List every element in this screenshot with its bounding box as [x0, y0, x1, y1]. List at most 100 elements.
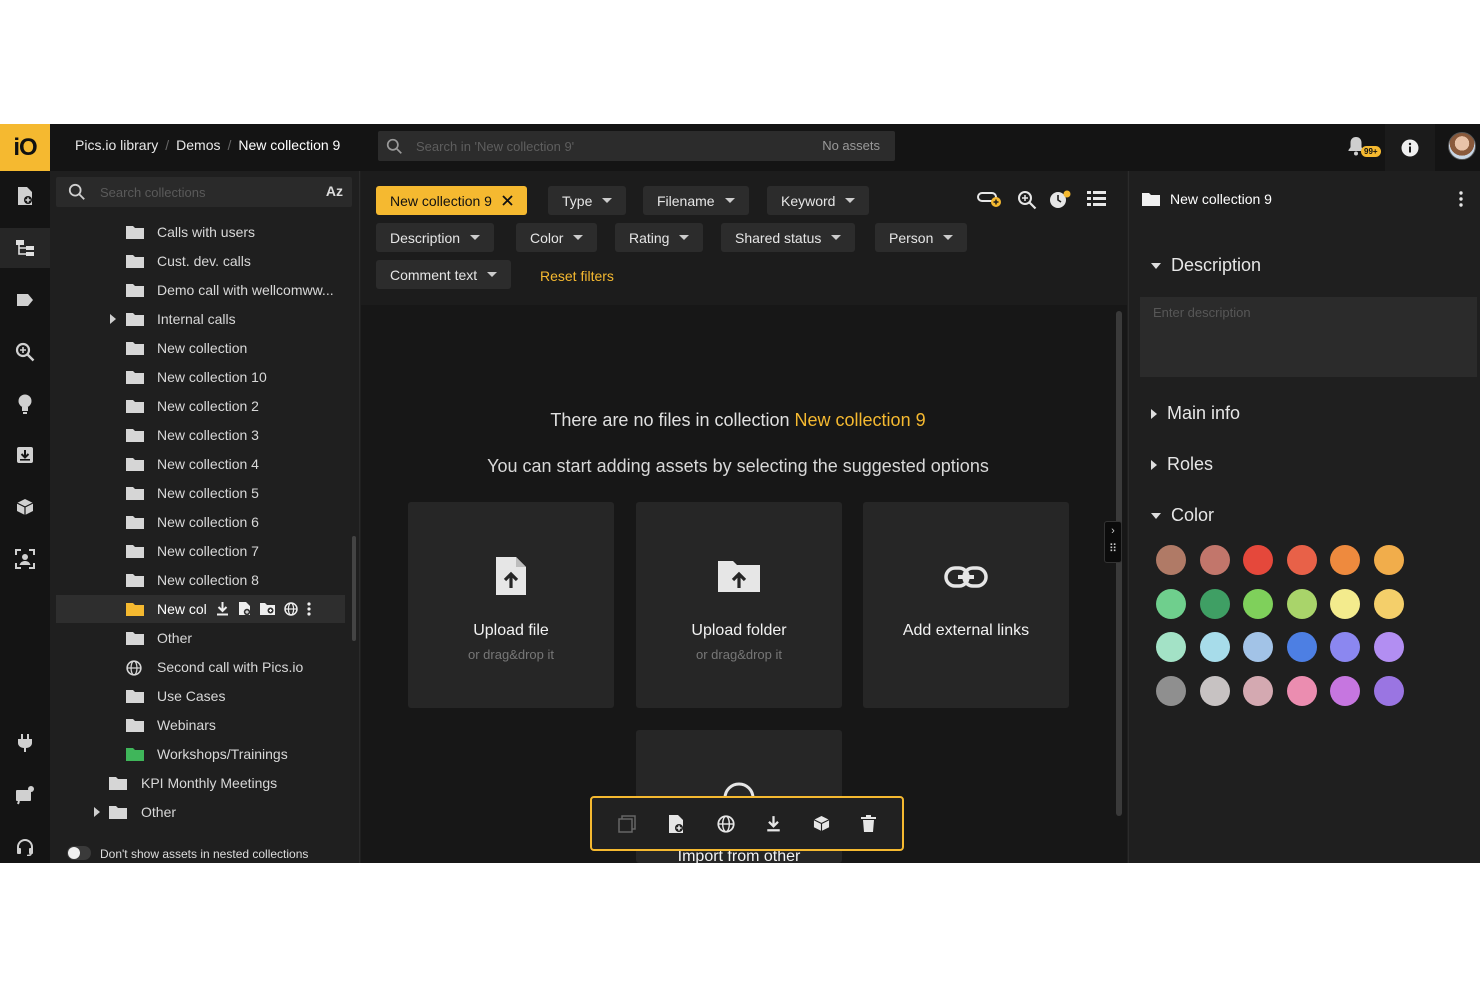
add-file-icon[interactable]: [238, 601, 251, 616]
color-swatch[interactable]: [1156, 632, 1186, 662]
tree-item-selected[interactable]: New col: [56, 595, 345, 623]
tree-item[interactable]: New collection 6: [56, 508, 345, 536]
nested-assets-toggle[interactable]: [67, 846, 91, 860]
filter-shared-status[interactable]: Shared status: [721, 223, 856, 252]
color-swatch[interactable]: [1286, 588, 1317, 619]
tree-item[interactable]: New collection 3: [56, 421, 345, 449]
rail-products-button[interactable]: [0, 487, 50, 527]
tree-item[interactable]: New collection 2: [56, 392, 345, 420]
rail-download-button[interactable]: [0, 435, 50, 475]
tree-item[interactable]: Calls with users: [56, 218, 345, 246]
tree-item[interactable]: New collection 8: [56, 566, 345, 594]
filter-filename[interactable]: Filename: [643, 186, 749, 215]
upload-file-card[interactable]: Upload file or drag&drop it: [408, 502, 614, 708]
tree-item[interactable]: Internal calls: [56, 305, 345, 333]
tree-item[interactable]: Other: [56, 798, 345, 826]
tree-item[interactable]: Use Cases: [56, 682, 345, 710]
collections-search-input[interactable]: [100, 177, 320, 207]
add-filter-icon[interactable]: [977, 190, 1003, 208]
filter-keyword[interactable]: Keyword: [767, 186, 870, 215]
trash-icon[interactable]: [861, 815, 877, 832]
filter-color[interactable]: Color: [516, 223, 598, 252]
collections-search-box[interactable]: Az: [56, 177, 352, 207]
expand-caret-icon[interactable]: [110, 314, 116, 324]
box-icon[interactable]: [813, 815, 830, 832]
tree-item[interactable]: New collection 7: [56, 537, 345, 565]
rail-keywords-button[interactable]: [0, 280, 50, 320]
rail-integrations-button[interactable]: [0, 723, 50, 763]
roles-section-toggle[interactable]: Roles: [1151, 454, 1213, 475]
rail-whats-new-button[interactable]: [0, 775, 50, 815]
filter-description[interactable]: Description: [376, 223, 495, 252]
color-swatch[interactable]: [1156, 545, 1186, 575]
expand-caret-icon[interactable]: [94, 807, 100, 817]
color-swatch[interactable]: [1286, 675, 1317, 706]
tree-scrollbar[interactable]: [352, 536, 356, 641]
info-button[interactable]: [1385, 124, 1435, 171]
description-input[interactable]: [1140, 297, 1477, 377]
download-icon[interactable]: [766, 815, 781, 832]
asset-search-box[interactable]: No assets: [378, 131, 895, 161]
color-swatch[interactable]: [1373, 545, 1404, 575]
tree-item[interactable]: New collection: [56, 334, 345, 362]
globe-icon[interactable]: [717, 814, 735, 833]
color-swatch[interactable]: [1156, 588, 1186, 619]
tree-item[interactable]: Second call with Pics.io: [56, 653, 345, 681]
tree-item[interactable]: New collection 5: [56, 479, 345, 507]
add-folder-icon[interactable]: [260, 602, 275, 615]
color-swatch[interactable]: [1243, 545, 1273, 575]
color-swatch[interactable]: [1330, 588, 1360, 619]
download-icon[interactable]: [216, 601, 229, 616]
color-swatch[interactable]: [1330, 632, 1360, 662]
notifications-button[interactable]: 99+: [1347, 136, 1381, 157]
filter-comment-text[interactable]: Comment text: [376, 260, 512, 289]
color-swatch[interactable]: [1243, 588, 1273, 619]
tree-item[interactable]: Cust. dev. calls: [56, 247, 345, 275]
upload-folder-card[interactable]: Upload folder or drag&drop it: [636, 502, 842, 708]
add-external-links-card[interactable]: Add external links: [863, 502, 1069, 708]
close-icon[interactable]: [502, 195, 513, 206]
breadcrumb-root[interactable]: Pics.io library: [75, 137, 158, 153]
breadcrumb-current[interactable]: New collection 9: [238, 137, 340, 153]
user-avatar[interactable]: [1448, 132, 1476, 160]
rail-assets-button[interactable]: [0, 176, 50, 216]
tree-item[interactable]: Other: [56, 624, 345, 652]
filter-rating[interactable]: Rating: [615, 223, 704, 252]
reset-filters-link[interactable]: Reset filters: [540, 268, 614, 284]
breadcrumb-demos[interactable]: Demos: [176, 137, 220, 153]
tree-item[interactable]: New collection 10: [56, 363, 345, 391]
main-info-section-toggle[interactable]: Main info: [1151, 403, 1240, 424]
globe-icon[interactable]: [284, 601, 298, 616]
tree-item[interactable]: KPI Monthly Meetings: [56, 769, 345, 797]
select-all-icon[interactable]: [618, 814, 636, 833]
asset-search-input[interactable]: [416, 131, 796, 161]
color-swatch[interactable]: [1199, 675, 1230, 706]
color-swatch[interactable]: [1373, 675, 1404, 706]
color-swatch[interactable]: [1199, 545, 1230, 575]
color-swatch[interactable]: [1243, 675, 1273, 706]
filter-person[interactable]: Person: [875, 223, 968, 252]
color-swatch[interactable]: [1286, 545, 1317, 575]
color-swatch[interactable]: [1373, 588, 1404, 619]
tree-item[interactable]: Demo call with wellcomww...: [56, 276, 345, 304]
tree-item[interactable]: Webinars: [56, 711, 345, 739]
color-swatch[interactable]: [1199, 588, 1230, 619]
color-swatch[interactable]: [1330, 545, 1360, 575]
description-section-toggle[interactable]: Description: [1151, 255, 1261, 276]
tree-item[interactable]: Workshops/Trainings: [56, 740, 345, 768]
content-scrollbar[interactable]: [1116, 311, 1122, 816]
zoom-in-icon[interactable]: [1017, 190, 1037, 210]
more-vertical-icon[interactable]: [1459, 191, 1463, 207]
list-view-icon[interactable]: [1087, 190, 1106, 207]
color-section-toggle[interactable]: Color: [1151, 505, 1214, 526]
collection-filter-chip[interactable]: New collection 9: [376, 186, 527, 215]
rail-support-button[interactable]: [0, 827, 50, 863]
color-swatch[interactable]: [1156, 675, 1186, 706]
color-swatch[interactable]: [1243, 632, 1273, 662]
color-swatch[interactable]: [1330, 675, 1360, 706]
filter-type[interactable]: Type: [548, 186, 627, 215]
color-swatch[interactable]: [1373, 632, 1404, 662]
history-clock-icon[interactable]: [1049, 190, 1071, 210]
color-swatch[interactable]: [1286, 632, 1317, 662]
rail-search-button[interactable]: [0, 332, 50, 372]
